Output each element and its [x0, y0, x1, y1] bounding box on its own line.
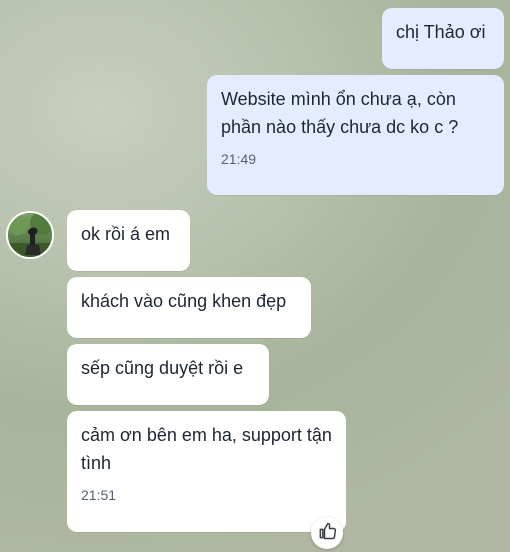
chat-thread: chị Thảo ơi Website mình ổn chưa ạ, còn …: [0, 0, 510, 552]
message-text: cảm ơn bên em ha, support tận tình: [81, 425, 332, 473]
message-bubble-outgoing[interactable]: Website mình ổn chưa ạ, còn phần nào thấ…: [207, 75, 504, 195]
message-bubble-incoming[interactable]: ok rồi á em: [67, 210, 190, 271]
message-bubble-incoming[interactable]: sếp cũng duyệt rồi e: [67, 344, 269, 405]
message-timestamp: 21:49: [221, 151, 257, 167]
message-text: chị Thảo ơi: [396, 22, 486, 42]
message-bubble-incoming[interactable]: cảm ơn bên em ha, support tận tình 21:51: [67, 411, 346, 532]
message-text: sếp cũng duyệt rồi e: [81, 358, 244, 378]
message-text: khách vào cũng khen đẹp: [81, 291, 287, 311]
message-timestamp: 21:51: [81, 487, 117, 503]
reaction-button[interactable]: [311, 517, 343, 549]
contact-avatar[interactable]: [6, 211, 54, 259]
message-text: Website mình ổn chưa ạ, còn phần nào thấ…: [221, 89, 459, 137]
message-bubble-incoming[interactable]: khách vào cũng khen đẹp: [67, 277, 311, 338]
message-bubble-outgoing[interactable]: chị Thảo ơi: [382, 8, 504, 69]
message-text: ok rồi á em: [81, 224, 171, 244]
thumbs-up-icon: [317, 521, 337, 546]
